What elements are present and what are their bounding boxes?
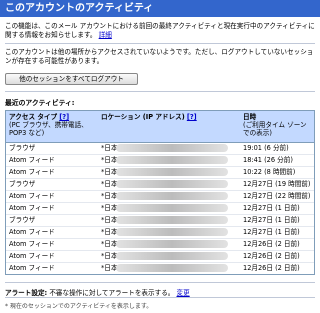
cell-access-type: Atom フィード bbox=[9, 264, 55, 272]
cell-location: *日本 bbox=[98, 227, 240, 238]
location-text: *日本 bbox=[101, 144, 118, 152]
location-text: *日本 bbox=[101, 180, 118, 188]
redacted-ip bbox=[116, 156, 228, 164]
redacted-ip bbox=[116, 264, 228, 272]
table-row: Atom フィード *日本 12月27日 (22 時間前) bbox=[6, 190, 314, 202]
footnote: * 現在のセッションでのアクティビティを表示します。 bbox=[5, 303, 153, 310]
table-row: ブラウザ *日本 19:01 (6 分前) bbox=[6, 143, 314, 154]
location-text: *日本 bbox=[101, 264, 118, 272]
header-access-type-sub: (PC ブラウザ、携帯電話、POP3 など) bbox=[9, 121, 88, 137]
divider bbox=[5, 297, 315, 298]
cell-date: 12月27日 (1 日前) bbox=[243, 204, 300, 212]
table-row: Atom フィード *日本 12月27日 (1 日前) bbox=[6, 226, 314, 238]
logout-other-sessions-button[interactable]: 他のセッションをすべてログアウト bbox=[5, 73, 138, 85]
cell-date: 12月27日 (1 日前) bbox=[243, 216, 300, 224]
header-date-label: 日時 bbox=[243, 113, 257, 121]
cell-location: *日本 bbox=[98, 239, 240, 250]
table-row: ブラウザ *日本 12月27日 (1 日前) bbox=[6, 214, 314, 226]
table-row: Atom フィード *日本 18:41 (26 分前) bbox=[6, 154, 314, 166]
details-link[interactable]: 詳細 bbox=[99, 31, 112, 39]
redacted-ip bbox=[116, 216, 228, 224]
cell-date: 12月26日 (2 日前) bbox=[243, 240, 300, 248]
recent-activity-title: 最近のアクティビティ: bbox=[5, 99, 75, 107]
header-access-type: アクセス タイプ [?] (PC ブラウザ、携帯電話、POP3 など) bbox=[6, 111, 98, 142]
cell-access-type: Atom フィード bbox=[9, 192, 55, 200]
cell-date: 10:22 (8 時間前) bbox=[243, 168, 296, 176]
table-row: Atom フィード *日本 10:22 (8 時間前) bbox=[6, 166, 314, 178]
cell-access-type: Atom フィード bbox=[9, 168, 55, 176]
cell-access-type: ブラウザ bbox=[9, 216, 36, 224]
cell-location: *日本 bbox=[98, 263, 240, 274]
cell-location: *日本 bbox=[98, 155, 240, 166]
location-text: *日本 bbox=[101, 228, 118, 236]
cell-date: 12月27日 (1 日前) bbox=[243, 228, 300, 236]
cell-access-type: Atom フィード bbox=[9, 156, 55, 164]
alert-settings: アラート設定: 不審な操作に対してアラートを表示する。 変更 bbox=[5, 287, 190, 297]
cell-access-type: Atom フィード bbox=[9, 252, 55, 260]
cell-date: 12月27日 (19 時間前) bbox=[243, 180, 311, 188]
divider bbox=[5, 43, 315, 44]
alert-text: 不審な操作に対してアラートを表示する。 bbox=[49, 289, 175, 297]
location-help-link[interactable]: [?] bbox=[187, 113, 197, 121]
cell-access-type: ブラウザ bbox=[9, 144, 36, 152]
table-body: ブラウザ *日本 19:01 (6 分前) Atom フィード *日本 18:41 (26… bbox=[6, 143, 314, 274]
cell-access-type: Atom フィード bbox=[9, 240, 55, 248]
redacted-ip bbox=[116, 228, 228, 236]
intro-paragraph: この機能は、このメール アカウントにおける前回の最終アクティビティと現在実行中の… bbox=[5, 22, 315, 40]
cell-location: *日本 bbox=[98, 179, 240, 190]
header-location-label: ロケーション (IP アドレス) bbox=[101, 113, 185, 121]
page-title: このアカウントのアクティビティ bbox=[0, 0, 320, 17]
cell-location: *日本 bbox=[98, 167, 240, 178]
cell-date: 12月27日 (22 時間前) bbox=[243, 192, 311, 200]
activity-table: アクセス タイプ [?] (PC ブラウザ、携帯電話、POP3 など) ロケーシ… bbox=[5, 110, 315, 275]
redacted-ip bbox=[116, 144, 228, 152]
divider bbox=[5, 91, 315, 92]
table-row: Atom フィード *日本 12月26日 (2 日前) bbox=[6, 250, 314, 262]
divider bbox=[5, 282, 315, 283]
table-row: ブラウザ *日本 12月27日 (19 時間前) bbox=[6, 178, 314, 190]
location-text: *日本 bbox=[101, 240, 118, 248]
location-text: *日本 bbox=[101, 168, 118, 176]
cell-access-type: ブラウザ bbox=[9, 180, 36, 188]
location-text: *日本 bbox=[101, 252, 118, 260]
cell-location: *日本 bbox=[98, 143, 240, 154]
cell-date: 12月26日 (2 日前) bbox=[243, 264, 300, 272]
cell-access-type: Atom フィード bbox=[9, 228, 55, 236]
table-row: Atom フィード *日本 12月26日 (2 日前) bbox=[6, 262, 314, 274]
cell-access-type: Atom フィード bbox=[9, 204, 55, 212]
cell-location: *日本 bbox=[98, 191, 240, 202]
cell-location: *日本 bbox=[98, 215, 240, 226]
table-row: Atom フィード *日本 12月26日 (2 日前) bbox=[6, 238, 314, 250]
redacted-ip bbox=[116, 240, 228, 248]
location-text: *日本 bbox=[101, 216, 118, 224]
table-header: アクセス タイプ [?] (PC ブラウザ、携帯電話、POP3 など) ロケーシ… bbox=[6, 111, 314, 143]
cell-date: 12月26日 (2 日前) bbox=[243, 252, 300, 260]
location-text: *日本 bbox=[101, 204, 118, 212]
header-date-sub: (ご利用タイム ゾーンでの表示) bbox=[243, 121, 307, 137]
redacted-ip bbox=[116, 252, 228, 260]
location-text: *日本 bbox=[101, 192, 118, 200]
redacted-ip bbox=[116, 180, 228, 188]
status-note: このアカウントは他の場所からアクセスされていないようです。ただし、ログアウトして… bbox=[5, 48, 314, 65]
header-date: 日時 (ご利用タイム ゾーンでの表示) bbox=[240, 111, 314, 142]
intro-text: この機能は、このメール アカウントにおける前回の最終アクティビティと現在実行中の… bbox=[5, 22, 315, 39]
alert-change-link[interactable]: 変更 bbox=[177, 289, 190, 297]
header-location: ロケーション (IP アドレス) [?] bbox=[98, 111, 240, 142]
location-text: *日本 bbox=[101, 156, 118, 164]
table-row: Atom フィード *日本 12月27日 (1 日前) bbox=[6, 202, 314, 214]
redacted-ip bbox=[116, 204, 228, 212]
header-access-type-label: アクセス タイプ bbox=[9, 113, 58, 121]
cell-date: 18:41 (26 分前) bbox=[243, 156, 293, 164]
cell-location: *日本 bbox=[98, 203, 240, 214]
redacted-ip bbox=[116, 168, 228, 176]
alert-label: アラート設定: bbox=[5, 289, 48, 297]
redacted-ip bbox=[116, 192, 228, 200]
cell-date: 19:01 (6 分前) bbox=[243, 144, 289, 152]
access-type-help-link[interactable]: [?] bbox=[59, 113, 69, 121]
cell-location: *日本 bbox=[98, 251, 240, 262]
